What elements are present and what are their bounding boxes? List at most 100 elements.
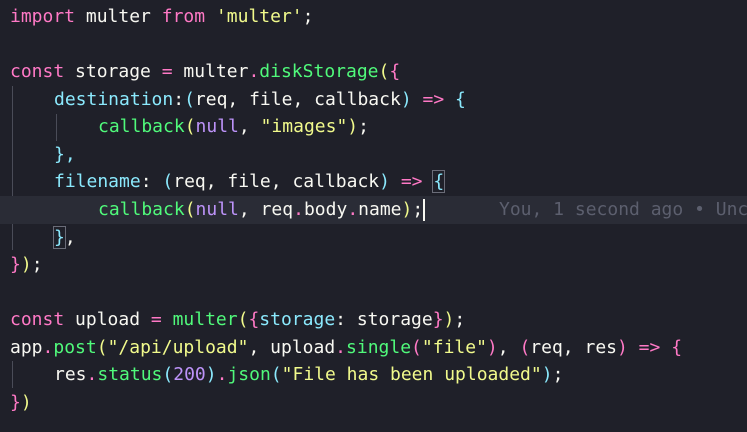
token-bracket: (	[411, 337, 422, 358]
code-line-7: filename: (req, file, callback) => {	[0, 168, 747, 196]
token-identifier: req	[260, 199, 294, 220]
token-literal: null	[195, 116, 239, 137]
token-operator: .	[293, 199, 304, 220]
token-bracket: (	[162, 364, 174, 385]
token-identifier: upload	[64, 309, 151, 330]
token-bracket: )	[486, 337, 498, 358]
token-function: callback	[98, 199, 185, 220]
token-punctuation: :	[173, 89, 185, 110]
token-keyword: import	[10, 6, 76, 27]
token-string: "File has been uploaded"	[281, 364, 542, 385]
token-bracket: (	[270, 364, 282, 385]
token-punctuation: ;	[412, 199, 424, 220]
code-line-12: const upload = multer({storage: storage}…	[0, 306, 747, 334]
token-bracket: (	[237, 309, 249, 330]
token-string: "images"	[260, 116, 348, 137]
code-line-8-current[interactable]: callback(null, req.body.name); You, 1 sec…	[0, 196, 747, 224]
token-operator: =	[150, 309, 173, 330]
token-operator: .	[216, 364, 228, 385]
token-bracket: )	[443, 309, 455, 330]
token-punctuation: ;	[552, 364, 564, 385]
token-bracket: )	[617, 337, 628, 358]
token-identifier: multer	[75, 6, 162, 27]
token-bracket: {	[455, 89, 466, 110]
token-keyword: from	[161, 6, 206, 27]
token-string: "file"	[421, 337, 487, 358]
token-string: 'multer'	[205, 6, 303, 27]
token-bracket: )	[379, 171, 390, 192]
code-line-6: },	[0, 141, 747, 169]
token-bracket: }	[10, 392, 21, 413]
token-operator: .	[248, 61, 260, 82]
token-bracket: )	[347, 116, 359, 137]
token-bracket: {	[248, 309, 260, 330]
code-line-1: import multer from 'multer';	[0, 3, 747, 31]
token-identifier: multer	[183, 61, 249, 82]
token-punctuation: ;	[358, 116, 369, 137]
token-function: json	[227, 364, 271, 385]
code-line-14: res.status(200).json("File has been uplo…	[0, 361, 747, 389]
code-line-5: callback(null, "images");	[0, 113, 747, 141]
token-bracket: )	[20, 392, 32, 413]
text-cursor	[423, 199, 426, 221]
token-bracket: (	[184, 89, 195, 110]
token-property: destination	[54, 89, 174, 110]
token-keyword: const	[10, 309, 65, 330]
token-bracket: )	[20, 254, 32, 275]
token-literal: null	[195, 199, 239, 220]
token-bracket: (	[96, 337, 108, 358]
token-keyword: const	[10, 61, 65, 82]
token-function: multer	[172, 309, 238, 330]
token-punctuation: ,	[238, 199, 261, 220]
token-operator: =>	[389, 171, 434, 192]
token-identifier: upload	[270, 337, 336, 358]
token-function: callback	[98, 116, 185, 137]
code-line-4: destination:(req, file, callback) => {	[0, 86, 747, 114]
token-bracket-matched: {	[432, 170, 446, 193]
token-operator: =>	[627, 337, 672, 358]
token-operator: =>	[411, 89, 456, 110]
token-function: status	[97, 364, 163, 385]
token-property: storage	[259, 309, 336, 330]
token-identifier: name	[358, 199, 402, 220]
token-function: diskStorage	[259, 61, 379, 82]
token-operator: .	[335, 337, 347, 358]
code-line-13: app.post("/api/upload", upload.single("f…	[0, 334, 747, 362]
token-punctuation: ;	[31, 254, 43, 275]
git-blame-annotation: You, 1 second ago • Unc	[499, 199, 747, 220]
code-editor[interactable]: import multer from 'multer'; const stora…	[0, 0, 747, 432]
token-function: post	[53, 337, 97, 358]
code-line-3: const storage = multer.diskStorage({	[0, 58, 747, 86]
token-bracket: )	[400, 89, 412, 110]
token-bracket: )	[541, 364, 553, 385]
token-function: single	[346, 337, 412, 358]
token-bracket: (	[378, 61, 390, 82]
token-punctuation: ,	[248, 337, 271, 358]
token-operator: .	[347, 199, 359, 220]
code-line-9: },	[0, 224, 747, 252]
token-bracket: {	[671, 337, 683, 358]
token-bracket: )	[401, 199, 413, 220]
token-bracket: )	[205, 364, 217, 385]
token-punctuation: ,	[64, 227, 76, 248]
token-bracket: (	[184, 199, 196, 220]
code-line-15: })	[0, 389, 747, 417]
token-bracket: (	[162, 171, 174, 192]
token-params: req, res	[530, 337, 617, 358]
token-params: req, file, callback	[194, 89, 401, 110]
token-punctuation: ;	[302, 6, 314, 27]
token-string: "/api/upload"	[107, 337, 249, 358]
token-params: req, file, callback	[173, 171, 380, 192]
token-punctuation: ,	[497, 337, 520, 358]
token-operator: .	[42, 337, 54, 358]
token-punctuation: :	[335, 309, 357, 330]
token-bracket: (	[184, 116, 196, 137]
token-operator: .	[86, 364, 98, 385]
token-identifier: storage	[356, 309, 433, 330]
token-bracket: (	[519, 337, 531, 358]
token-bracket: }	[432, 309, 444, 330]
token-punctuation: ;	[454, 309, 466, 330]
token-punctuation: :	[140, 171, 163, 192]
token-bracket: }	[10, 254, 21, 275]
token-property: filename	[54, 171, 141, 192]
